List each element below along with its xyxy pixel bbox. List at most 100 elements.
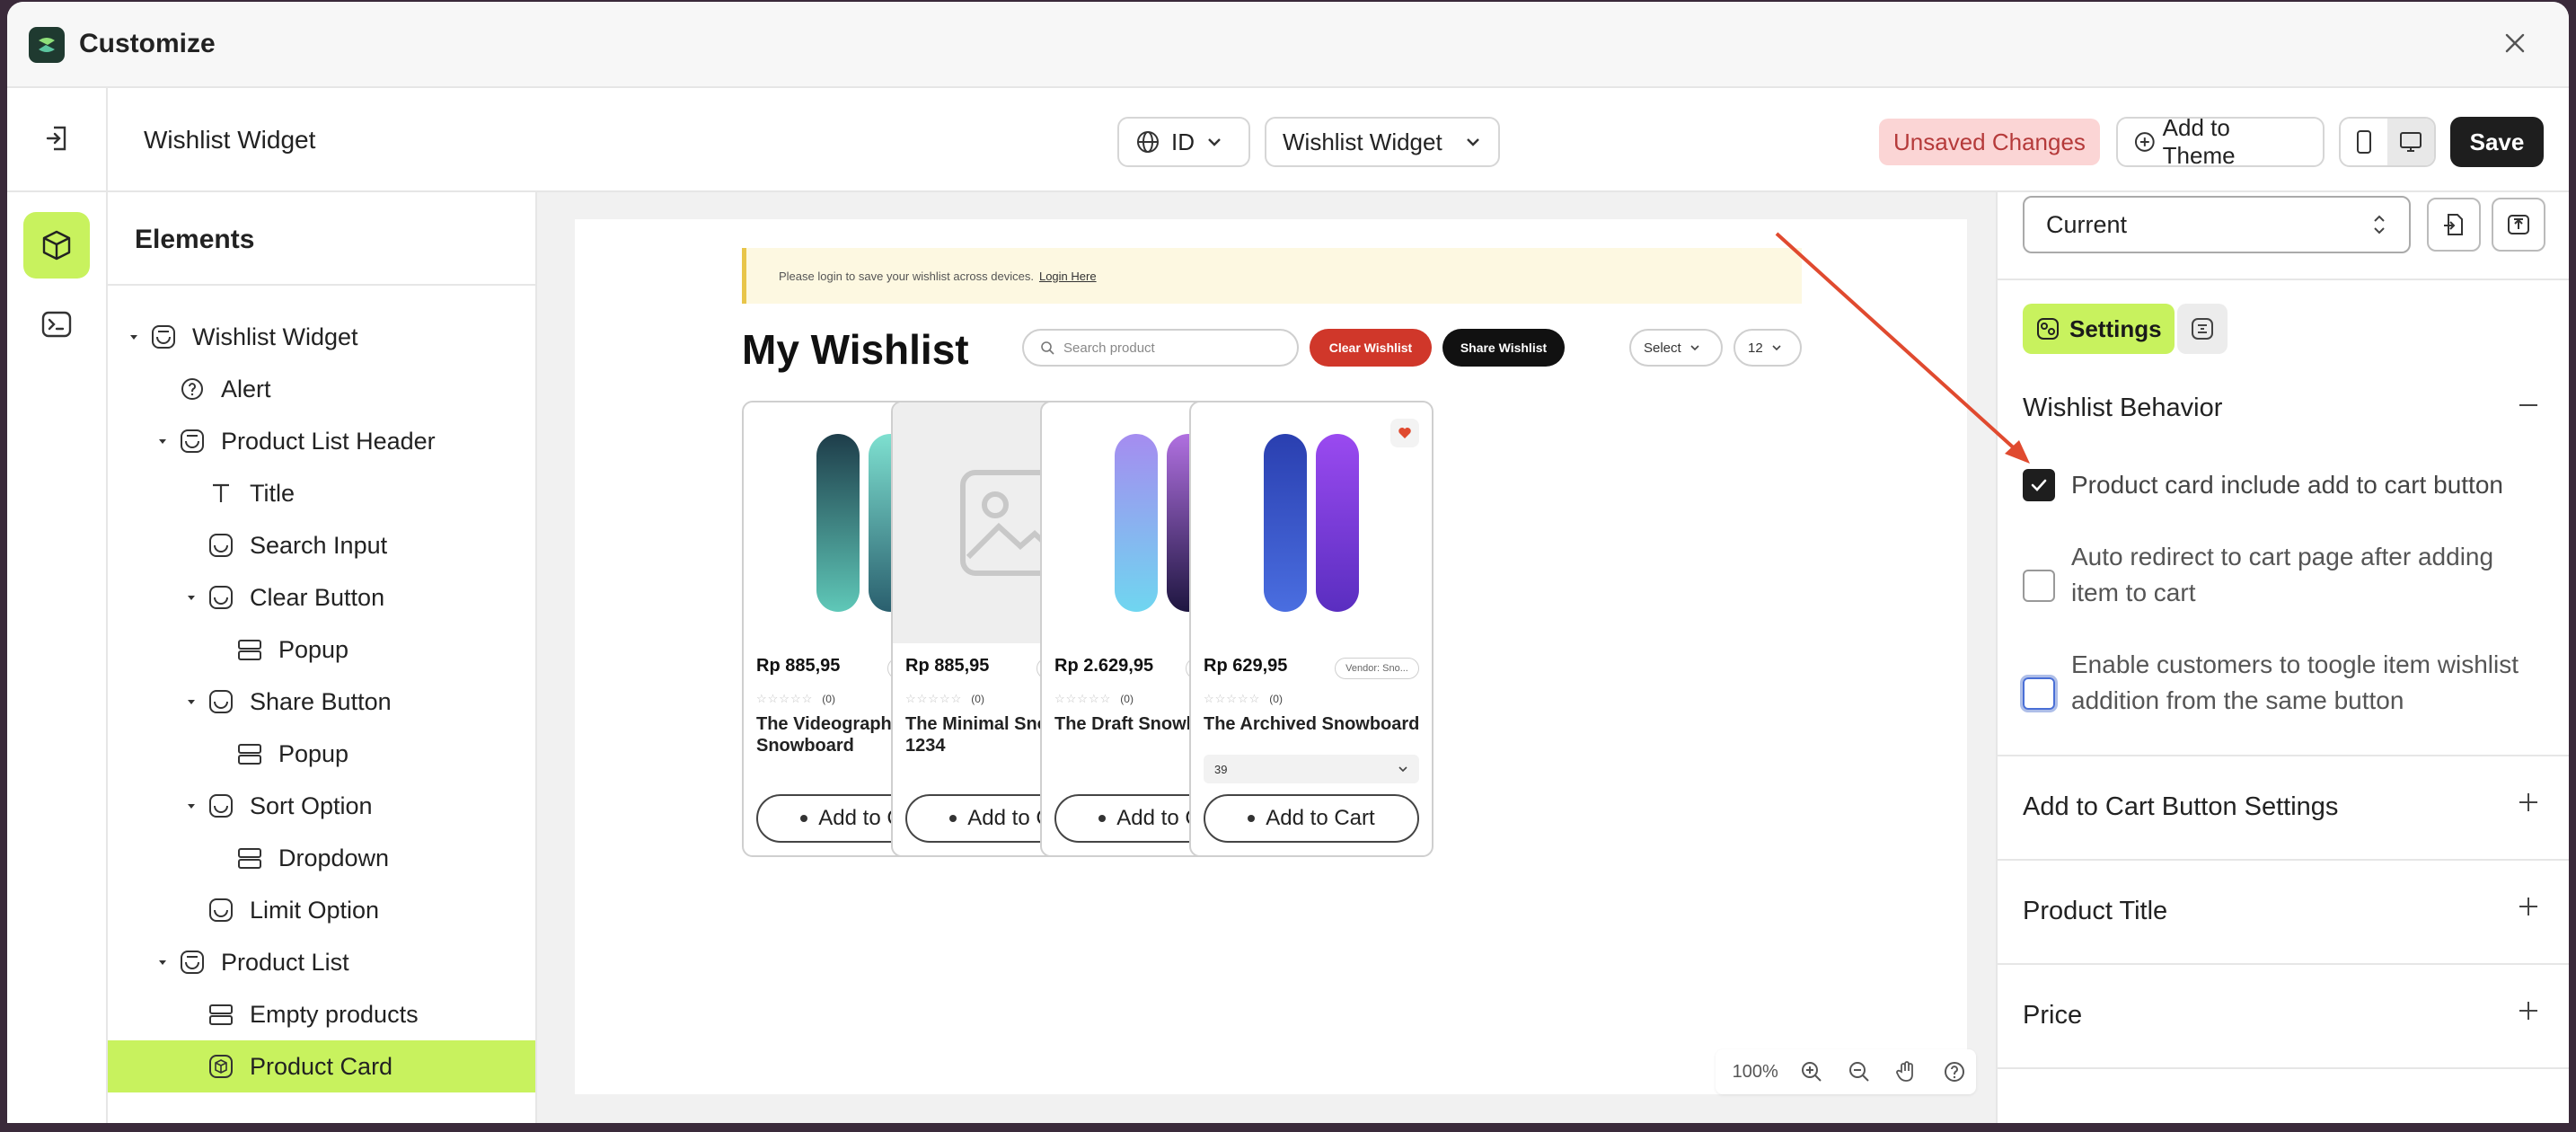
- caret-down-icon[interactable]: [153, 957, 172, 968]
- tree-node[interactable]: Title: [108, 467, 535, 519]
- help-icon[interactable]: [1932, 1052, 1976, 1092]
- version-select[interactable]: Current: [2023, 196, 2411, 253]
- save-button[interactable]: Save: [2450, 117, 2544, 167]
- zoom-out-icon[interactable]: [1837, 1052, 1881, 1092]
- collapse-icon[interactable]: [2515, 392, 2542, 419]
- variant-select[interactable]: 39: [1204, 755, 1419, 783]
- tree-node-label: Empty products: [250, 1000, 419, 1028]
- option-auto-redirect[interactable]: Auto redirect to cart page after adding …: [2023, 539, 2544, 611]
- product-card[interactable]: Rp 629,95 Vendor: Sno... ☆☆☆☆☆ (0) The Archi…: [1189, 401, 1434, 857]
- zoom-in-icon[interactable]: [1789, 1052, 1833, 1092]
- section-icon: [207, 1000, 235, 1029]
- login-alert: Please login to save your wishlist acros…: [742, 248, 1802, 304]
- rating-count: (0): [1120, 693, 1134, 705]
- cart-dot-icon: [949, 815, 957, 822]
- sort-select[interactable]: Select: [1629, 329, 1723, 367]
- sort-value: Select: [1644, 340, 1681, 356]
- mobile-view-button[interactable]: [2341, 119, 2387, 165]
- product-price: Rp 885,95: [905, 656, 990, 676]
- tree-node-label: Sort Option: [250, 792, 373, 819]
- exit-icon[interactable]: [38, 119, 77, 158]
- chevron-down-icon: [1208, 138, 1221, 146]
- caret-down-icon[interactable]: [181, 592, 201, 603]
- tree-node-label: Product List: [221, 948, 349, 976]
- export-button[interactable]: [2492, 198, 2545, 252]
- code-rail-button[interactable]: [23, 291, 90, 358]
- expand-icon[interactable]: [2515, 893, 2542, 920]
- language-value: ID: [1171, 128, 1195, 155]
- settings-icon: [2037, 318, 2059, 340]
- auto-redirect-checkbox[interactable]: [2023, 570, 2055, 602]
- tab-settings[interactable]: Settings: [2023, 304, 2175, 354]
- expand-icon[interactable]: [2515, 789, 2542, 816]
- caret-down-icon[interactable]: [181, 696, 201, 707]
- caret-down-icon[interactable]: [153, 436, 172, 447]
- tree-node[interactable]: Product List Header: [108, 415, 535, 467]
- import-button[interactable]: [2427, 198, 2481, 252]
- section-icon: [235, 844, 264, 872]
- option-toggle-wishlist[interactable]: Enable customers to toogle item wishlist…: [2023, 647, 2544, 719]
- option-include-atc[interactable]: Product card include add to cart button: [2023, 467, 2544, 503]
- tree-node[interactable]: Product List: [108, 936, 535, 988]
- tree-node[interactable]: Dropdown: [108, 832, 535, 884]
- tree-node-label: Share Button: [250, 687, 392, 715]
- limit-select[interactable]: 12: [1734, 329, 1802, 367]
- preview-canvas: Please login to save your wishlist acros…: [537, 192, 1996, 1123]
- toggle-wishlist-checkbox[interactable]: [2023, 677, 2055, 710]
- share-wishlist-button[interactable]: Share Wishlist: [1442, 329, 1565, 367]
- tree-node[interactable]: Search Input: [108, 519, 535, 571]
- tree-node[interactable]: Share Button: [108, 676, 535, 728]
- atc-settings-section[interactable]: Add to Cart Button Settings: [2023, 792, 2338, 822]
- expand-icon[interactable]: [2515, 997, 2542, 1024]
- search-product-input[interactable]: Search product: [1022, 329, 1299, 367]
- caret-down-icon[interactable]: [181, 800, 201, 811]
- product-price: Rp 629,95: [1204, 656, 1288, 676]
- tree-node[interactable]: Sort Option: [108, 780, 535, 832]
- add-to-theme-button[interactable]: Add to Theme: [2116, 114, 2325, 169]
- cube-icon: [42, 230, 71, 261]
- login-link[interactable]: Login Here: [1039, 270, 1097, 283]
- language-select[interactable]: ID: [1117, 117, 1250, 167]
- chevron-down-icon: [1772, 345, 1781, 351]
- search-placeholder: Search product: [1063, 340, 1155, 356]
- close-icon[interactable]: [2497, 25, 2533, 61]
- chevron-down-icon: [1690, 345, 1699, 351]
- clear-wishlist-button[interactable]: Clear Wishlist: [1310, 329, 1432, 367]
- caret-down-icon[interactable]: [124, 332, 144, 342]
- product-title-section[interactable]: Product Title: [2023, 897, 2167, 926]
- chevron-down-icon: [1467, 138, 1479, 146]
- tree-node[interactable]: Popup: [108, 728, 535, 780]
- elements-heading: Elements: [108, 192, 535, 286]
- tree-node[interactable]: Clear Button: [108, 571, 535, 623]
- wishlist-heart-button[interactable]: [1390, 419, 1419, 447]
- tree-node[interactable]: Popup: [108, 623, 535, 676]
- add-to-cart-button[interactable]: Add to Cart: [1204, 794, 1419, 843]
- heart-icon: [1398, 428, 1411, 438]
- price-section[interactable]: Price: [2023, 1001, 2082, 1030]
- tree-node[interactable]: Wishlist Widget: [108, 311, 535, 363]
- tree-node[interactable]: Alert: [108, 363, 535, 415]
- tree-node[interactable]: Limit Option: [108, 884, 535, 936]
- hand-tool-icon[interactable]: [1884, 1052, 1928, 1092]
- rating-stars: ☆☆☆☆☆ (0): [905, 692, 984, 705]
- elements-panel: Elements Wishlist Widget Alert Product Lis…: [108, 192, 537, 1123]
- tree-node[interactable]: Product Card: [108, 1040, 535, 1092]
- rating-count: (0): [971, 693, 984, 705]
- tab-advanced[interactable]: [2177, 304, 2228, 354]
- section-icon: [235, 739, 264, 768]
- mobile-icon: [2357, 130, 2371, 154]
- product-name[interactable]: The Archived Snowboard: [1204, 713, 1425, 735]
- alert-text: Please login to save your wishlist acros…: [779, 269, 1034, 283]
- elements-rail-button[interactable]: [23, 212, 90, 279]
- cube-icon: [207, 1052, 235, 1081]
- include-atc-checkbox[interactable]: [2023, 469, 2055, 501]
- cart-dot-icon: [1248, 815, 1256, 822]
- desktop-view-button[interactable]: [2387, 119, 2434, 165]
- rating-stars: ☆☆☆☆☆ (0): [756, 692, 835, 705]
- panel-divider: [1998, 755, 2569, 756]
- tree-node[interactable]: Empty products: [108, 988, 535, 1040]
- toggle-wishlist-label: Enable customers to toogle item wishlist…: [2071, 650, 2519, 714]
- tree-node-label: Clear Button: [250, 583, 385, 611]
- template-select[interactable]: Wishlist Widget: [1265, 117, 1500, 167]
- zoom-level: 100%: [1732, 1061, 1778, 1082]
